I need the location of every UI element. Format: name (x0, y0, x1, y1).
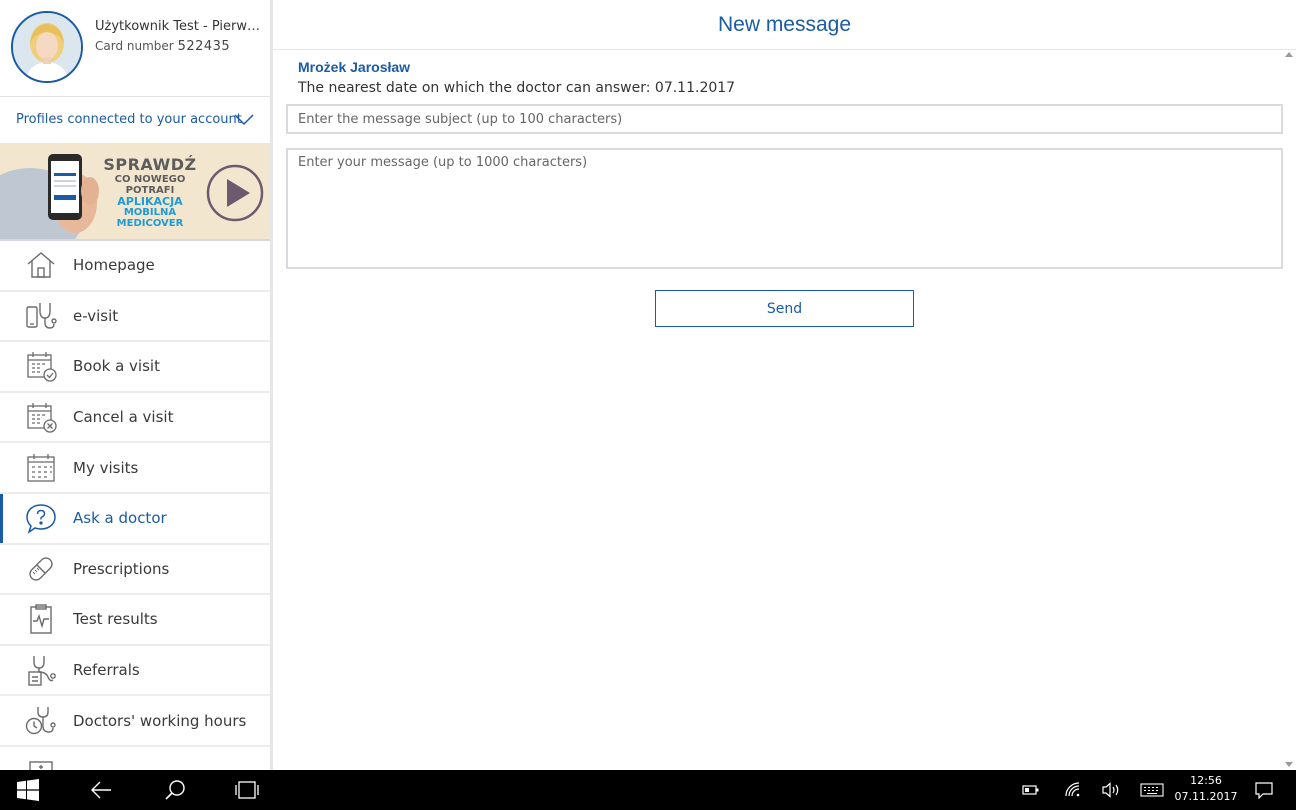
stethoscope-document-icon (24, 653, 58, 687)
volume-button[interactable] (1096, 770, 1126, 810)
nav-label: Test results (73, 610, 158, 629)
banner-line: MOBILNA (123, 207, 177, 218)
card-label: Card number (95, 39, 174, 53)
speaker-icon (1102, 782, 1119, 798)
page-title: New message (717, 13, 852, 36)
nav-item-partial[interactable] (0, 747, 270, 770)
sidebar: Użytkownik Test - Pierws... Card number … (0, 0, 270, 770)
avatar (11, 11, 83, 83)
nav-label: e-visit (73, 306, 119, 325)
nav-item-cancel-a-visit[interactable]: Cancel a visit (0, 393, 270, 444)
nav-label: Cancel a visit (73, 408, 174, 427)
back-button[interactable] (74, 770, 128, 810)
banner-line: MEDICOVER (116, 218, 184, 229)
profiles-connected-link[interactable]: Profiles connected to your account (16, 112, 242, 127)
profile-name: Użytkownik Test - Pierws... (95, 19, 265, 34)
scroll-up-arrow-icon[interactable] (1285, 52, 1293, 57)
nav-label: Ask a doctor (73, 509, 167, 528)
profile-header[interactable]: Użytkownik Test - Pierws... Card number … (0, 0, 270, 96)
calendar-cancel-icon (24, 400, 58, 434)
battery-button[interactable] (1016, 770, 1046, 810)
nav-label: Referrals (73, 661, 140, 680)
clock-time: 12:56 (1190, 774, 1222, 787)
nav-label: Book a visit (73, 357, 160, 376)
action-center-button[interactable] (1248, 770, 1280, 810)
clock-date: 07.11.2017 (1174, 790, 1238, 803)
clock[interactable]: 12:56 07.11.2017 (1170, 773, 1242, 805)
back-arrow-icon (91, 781, 111, 799)
clipboard-pulse-icon (24, 602, 58, 636)
wifi-icon (1065, 782, 1080, 797)
scrollbar[interactable] (1283, 50, 1296, 770)
network-button[interactable] (1058, 770, 1088, 810)
send-button[interactable]: Send (655, 290, 914, 327)
banner-line: CO NOWEGO (114, 174, 186, 185)
search-button[interactable] (148, 770, 202, 810)
chevron-down-icon[interactable] (233, 111, 255, 127)
touch-keyboard-button[interactable] (1136, 770, 1168, 810)
taskbar: 12:56 07.11.2017 (0, 770, 1296, 810)
main-nav: Homepage e-visit Book a visit Cancel a v… (0, 241, 270, 770)
calendar-icon (24, 451, 58, 485)
scroll-down-arrow-icon[interactable] (1285, 762, 1293, 767)
nav-label: My visits (73, 458, 139, 477)
card-number: 522435 (177, 39, 231, 54)
nav-item-doctors-working-hours[interactable]: Doctors' working hours (0, 696, 270, 747)
doctor-name: Mrożek Jarosław (298, 59, 411, 75)
message-textarea[interactable] (286, 148, 1283, 269)
nav-item-referrals[interactable]: Referrals (0, 646, 270, 697)
windows-logo-icon (17, 779, 39, 801)
facilities-icon (24, 754, 58, 770)
play-icon[interactable] (206, 164, 264, 222)
nav-item-my-visits[interactable]: My visits (0, 443, 270, 494)
nav-item-homepage[interactable]: Homepage (0, 241, 270, 292)
stethoscope-clock-icon (24, 704, 58, 738)
nav-label: Doctors' working hours (73, 711, 247, 730)
battery-icon (1022, 785, 1039, 795)
notification-icon (1255, 782, 1273, 799)
banner-line: APLIKACJA (117, 195, 183, 208)
nav-label: Homepage (73, 256, 155, 275)
nav-item-ask-a-doctor[interactable]: Ask a doctor (0, 493, 270, 545)
subject-input[interactable] (286, 104, 1283, 134)
new-message-panel: New message Mrożek Jarosław The nearest … (273, 0, 1296, 770)
nav-item-prescriptions[interactable]: Prescriptions (0, 545, 270, 596)
nav-item-book-a-visit[interactable]: Book a visit (0, 342, 270, 393)
task-view-icon (235, 781, 259, 799)
task-view-button[interactable] (220, 770, 274, 810)
card-number-line: Card number 522435 (95, 39, 230, 54)
nav-label: Prescriptions (73, 559, 170, 578)
home-icon (24, 248, 58, 282)
search-icon (165, 780, 185, 800)
start-button[interactable] (0, 770, 56, 810)
keyboard-icon (1140, 783, 1164, 797)
divider (273, 49, 1296, 50)
question-bubble-icon (24, 501, 58, 535)
calendar-check-icon (24, 349, 58, 383)
banner-line: SPRAWDŹ (103, 155, 197, 174)
nearest-answer-date: The nearest date on which the doctor can… (298, 80, 736, 96)
nav-item-test-results[interactable]: Test results (0, 595, 270, 646)
promo-banner-text: SPRAWDŹ CO NOWEGO POTRAFI APLIKACJA MOBI… (100, 155, 200, 230)
divider (0, 96, 270, 97)
phone-stethoscope-icon (24, 299, 58, 333)
pill-icon (24, 552, 58, 586)
nav-item-e-visit[interactable]: e-visit (0, 292, 270, 343)
